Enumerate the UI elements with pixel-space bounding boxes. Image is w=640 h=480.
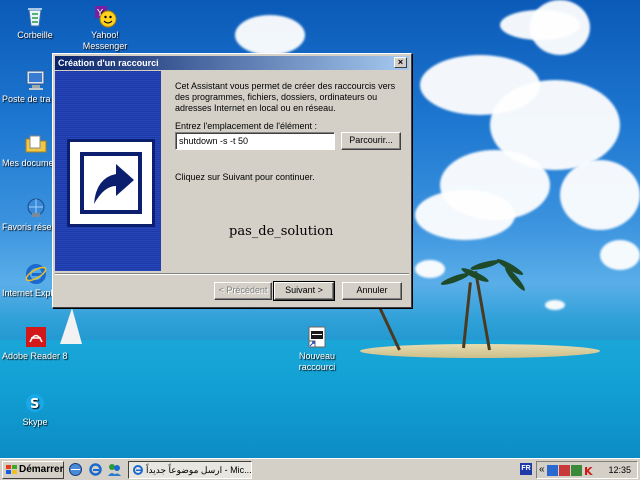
cloud: [530, 0, 590, 55]
yahoo-messenger-shortcut[interactable]: Y Yahoo! Messenger: [70, 4, 140, 52]
skype-icon: S: [23, 391, 47, 415]
system-tray: « K 12:35: [536, 461, 638, 479]
ie-window-icon: [132, 464, 144, 478]
computer-icon: [24, 68, 48, 92]
svg-text:K: K: [584, 465, 593, 476]
location-field-label: Entrez l'emplacement de l'élément :: [175, 121, 318, 131]
recycle-bin-label: Corbeille: [17, 30, 53, 40]
quicklaunch-ie-icon[interactable]: [88, 462, 103, 477]
next-button[interactable]: Suivant >: [273, 281, 335, 301]
clock: 12:35: [608, 465, 631, 475]
taskbar-window-title: ارسل موضوعاً جديداً - Mic...: [146, 465, 252, 475]
start-button[interactable]: Démarrer: [2, 461, 64, 479]
palm-trunk: [462, 282, 472, 349]
browse-button[interactable]: Parcourir...: [341, 132, 401, 150]
tray-app-icon[interactable]: [547, 465, 558, 476]
shortcut-arrow-icon: [67, 139, 155, 227]
taskbar-window-button[interactable]: ارسل موضوعاً جديداً - Mic...: [128, 461, 252, 479]
continue-hint: Cliquez sur Suivant pour continuer.: [175, 172, 315, 182]
cloud: [415, 190, 515, 240]
svg-text:S: S: [30, 397, 39, 412]
skype-label: Skype: [22, 417, 48, 427]
new-shortcut-icon-item[interactable]: Nouveau raccourci: [282, 325, 352, 373]
dialog-separator: [55, 273, 409, 275]
tray-expand-button[interactable]: «: [539, 464, 545, 475]
yahoo-messenger-icon: Y: [93, 4, 117, 28]
cloud: [545, 300, 565, 310]
adobe-reader-label: Adobe Reader 8: [2, 351, 68, 361]
watermark-text: pas_de_solution: [229, 224, 334, 239]
wizard-intro-text: Cet Assistant vous permet de créer des r…: [175, 81, 396, 113]
palm-trunk: [474, 270, 491, 351]
windows-flag-icon: [6, 465, 17, 475]
cloud: [415, 260, 445, 278]
new-shortcut-label-line1: Nouveau: [298, 351, 336, 361]
yahoo-messenger-label-line2: Messenger: [82, 41, 128, 51]
shortcut-arrow-frame: [80, 152, 142, 214]
skype-shortcut[interactable]: S Skype: [0, 391, 70, 428]
adobe-reader-icon: [24, 325, 48, 349]
language-indicator[interactable]: FR: [520, 463, 532, 475]
cancel-button[interactable]: Annuler: [342, 282, 402, 300]
shortcut-arrow-glyph: [94, 164, 134, 204]
adobe-reader-shortcut[interactable]: Adobe Reader 8: [2, 325, 72, 362]
wizard-side-panel: [55, 71, 161, 271]
dialog-title: Création d'un raccourci: [58, 58, 159, 68]
cloud: [560, 160, 640, 230]
folder-icon: [24, 132, 48, 156]
close-button[interactable]: ×: [394, 57, 407, 68]
tray-security-icon[interactable]: [571, 465, 582, 476]
shortcut-file-icon: [305, 325, 329, 349]
recycle-bin-shortcut[interactable]: Corbeille: [0, 4, 70, 41]
tray-network-icon[interactable]: [559, 465, 570, 476]
start-label: Démarrer: [19, 464, 64, 475]
back-button[interactable]: < Précédent: [214, 282, 272, 300]
cloud: [600, 240, 640, 270]
internet-explorer-icon: [24, 262, 48, 286]
quicklaunch-desktop-icon[interactable]: [68, 462, 83, 477]
recycle-bin-icon: [23, 4, 47, 28]
new-shortcut-label-line2: raccourci: [298, 362, 336, 372]
close-icon: ×: [397, 57, 404, 67]
taskbar: Démarrer ارسل موضوعاً جديداً - Mic... FR…: [0, 458, 640, 480]
cloud: [235, 15, 305, 55]
location-input[interactable]: shutdown -s -t 50: [175, 132, 335, 150]
yahoo-messenger-label-line1: Yahoo!: [91, 30, 119, 40]
create-shortcut-dialog: Création d'un raccourci × Cet Assistant …: [52, 53, 412, 308]
network-icon: [24, 196, 48, 220]
dialog-titlebar[interactable]: Création d'un raccourci ×: [55, 56, 409, 70]
tray-antivirus-icon[interactable]: K: [583, 465, 594, 478]
quicklaunch-messenger-icon[interactable]: [107, 462, 122, 477]
